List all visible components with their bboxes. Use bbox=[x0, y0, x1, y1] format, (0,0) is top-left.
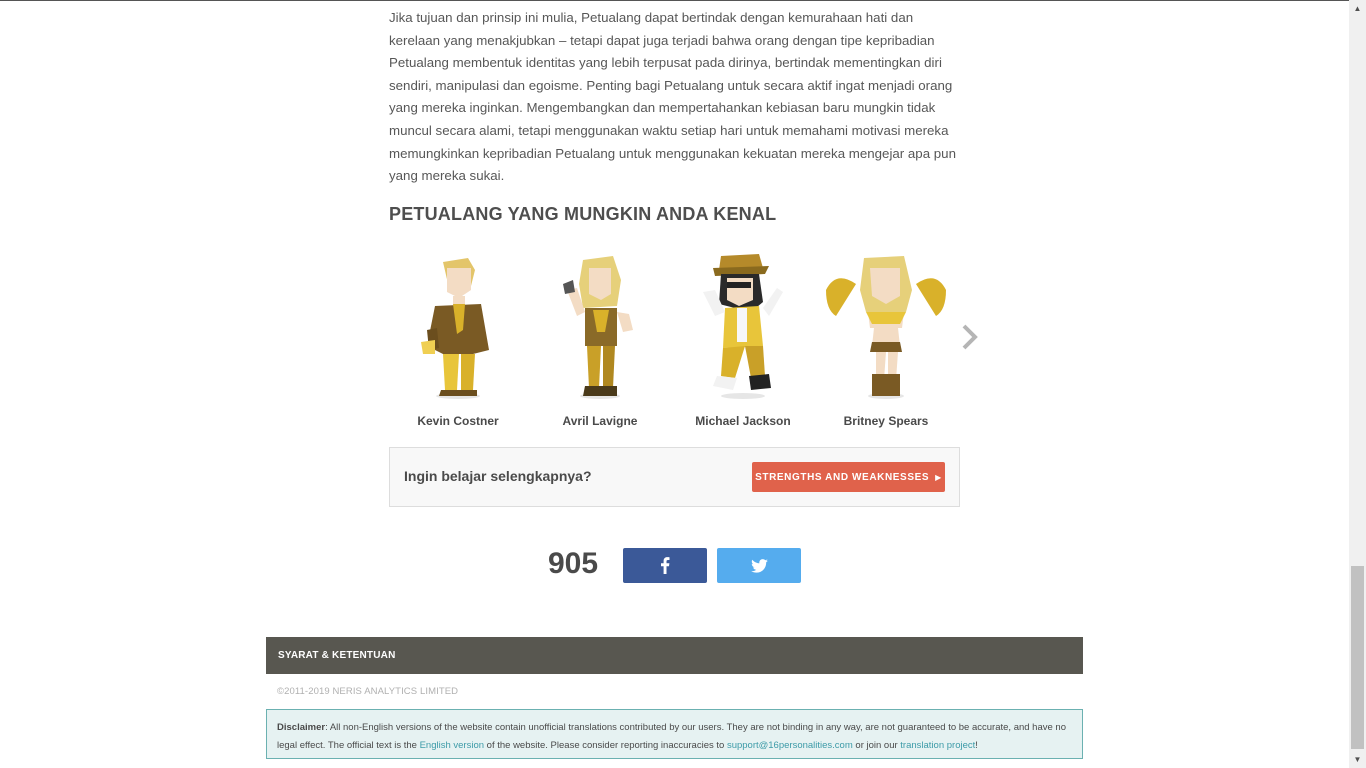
button-label: STRENGTHS AND WEAKNESSES bbox=[755, 471, 930, 483]
chevron-right-icon bbox=[962, 324, 978, 350]
footer-bar: SYARAT & KETENTUAN bbox=[266, 637, 1083, 674]
michael-jackson-illustration bbox=[703, 254, 783, 399]
top-border bbox=[0, 0, 1366, 1]
section-title: PETUALANG YANG MUNGKIN ANDA KENAL bbox=[389, 204, 777, 224]
scroll-down-arrow-icon[interactable]: ▼ bbox=[1349, 751, 1366, 768]
share-count: 905 bbox=[548, 547, 599, 580]
scroll-up-arrow-icon[interactable]: ▲ bbox=[1349, 0, 1366, 17]
caret-right-icon: ▶ bbox=[935, 472, 942, 482]
person-name: Kevin Costner bbox=[417, 414, 499, 428]
support-email-link[interactable]: support@16personalities.com bbox=[727, 740, 853, 751]
famous-people-carousel: Kevin Costner Avril Lavigne Michael Jack… bbox=[389, 250, 989, 435]
britney-spears-illustration bbox=[826, 256, 946, 399]
twitter-share-button[interactable] bbox=[717, 548, 801, 583]
twitter-icon bbox=[750, 558, 768, 573]
translation-project-link[interactable]: translation project bbox=[900, 740, 975, 751]
learn-more-box: Ingin belajar selengkapnya? STRENGTHS AN… bbox=[389, 447, 960, 507]
person-name: Michael Jackson bbox=[695, 414, 791, 428]
person-name: Britney Spears bbox=[843, 414, 929, 428]
learn-more-text: Ingin belajar selengkapnya? bbox=[404, 468, 592, 484]
person-card-kevin-costner[interactable]: Kevin Costner bbox=[388, 250, 528, 435]
kevin-costner-illustration bbox=[421, 258, 489, 399]
article-paragraph: Jika tujuan dan prinsip ini mulia, Petua… bbox=[389, 10, 956, 184]
disclaimer-label: Disclaimer bbox=[277, 722, 326, 733]
person-card-britney-spears[interactable]: Britney Spears bbox=[816, 250, 956, 435]
person-card-michael-jackson[interactable]: Michael Jackson bbox=[673, 250, 813, 435]
vertical-scrollbar[interactable]: ▲ ▼ bbox=[1349, 0, 1366, 768]
facebook-icon bbox=[661, 557, 670, 574]
disclaimer-text: of the website. Please consider reportin… bbox=[484, 739, 727, 751]
facebook-share-button[interactable] bbox=[623, 548, 707, 583]
english-version-link[interactable]: English version bbox=[420, 740, 484, 751]
scrollbar-thumb[interactable] bbox=[1351, 566, 1364, 749]
carousel-next-button[interactable] bbox=[959, 322, 981, 352]
disclaimer-text: or join our bbox=[852, 739, 901, 751]
avril-lavigne-illustration bbox=[563, 256, 633, 399]
disclaimer-text: ! bbox=[975, 739, 978, 751]
terms-link[interactable]: SYARAT & KETENTUAN bbox=[278, 650, 396, 661]
person-name: Avril Lavigne bbox=[562, 414, 638, 428]
strengths-weaknesses-button[interactable]: STRENGTHS AND WEAKNESSES ▶ bbox=[752, 462, 945, 492]
article-body: Jika tujuan dan prinsip ini mulia, Petua… bbox=[389, 7, 961, 188]
copyright-text: ©2011-2019 NERIS ANALYTICS LIMITED bbox=[277, 686, 459, 697]
person-card-avril-lavigne[interactable]: Avril Lavigne bbox=[530, 250, 670, 435]
disclaimer-box: Disclaimer: All non-English versions of … bbox=[266, 709, 1083, 759]
